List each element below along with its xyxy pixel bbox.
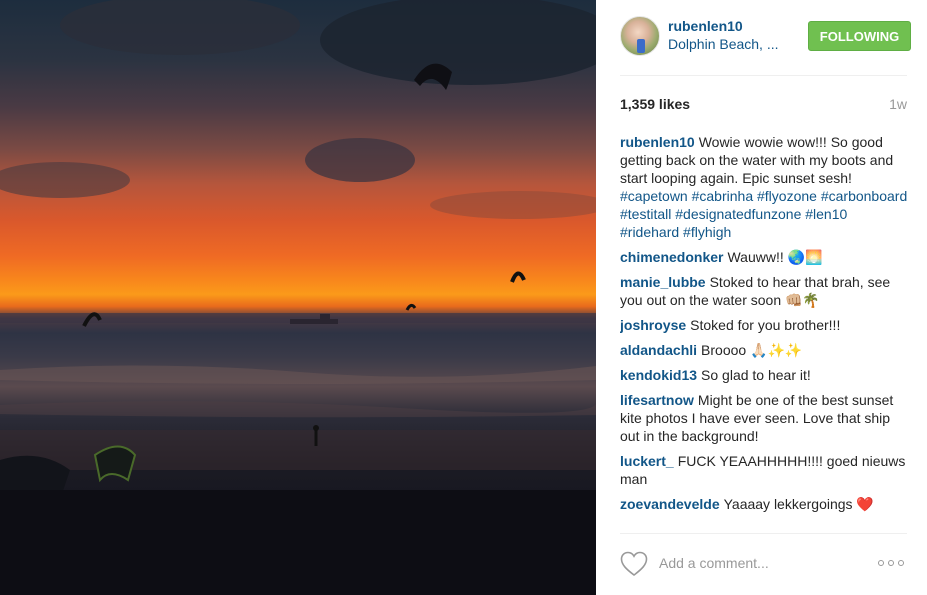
comment-item: kendokid13 So glad to hear it! xyxy=(620,366,910,384)
comment-item: aldandachli Broooo 🙏🏻✨✨ xyxy=(620,341,910,359)
hashtag[interactable]: #carbonboard xyxy=(821,188,907,204)
more-options-icon[interactable] xyxy=(878,560,904,566)
avatar[interactable] xyxy=(620,16,660,56)
comment-author[interactable]: chimenedonker xyxy=(620,249,723,265)
divider xyxy=(620,75,907,76)
post-sidebar: rubenlen10 Dolphin Beach, ... FOLLOWING … xyxy=(596,0,927,595)
caption-author[interactable]: rubenlen10 xyxy=(620,134,695,150)
comment-item: chimenedonker Wauww!! 🌏🌅 xyxy=(620,248,910,266)
add-comment-input[interactable]: Add a comment... xyxy=(659,555,769,571)
comment-author[interactable]: zoevandevelde xyxy=(620,496,720,512)
post-photo[interactable] xyxy=(0,0,596,595)
hashtag[interactable]: #testitall xyxy=(620,206,671,222)
comment-item: zoevandevelde Yaaaay lekkergoings ❤️ xyxy=(620,495,910,513)
comment-item: lifesartnow Might be one of the best suns… xyxy=(620,391,910,445)
following-button[interactable]: FOLLOWING xyxy=(808,21,911,51)
username-link[interactable]: rubenlen10 xyxy=(668,18,743,34)
caption: rubenlen10 Wowie wowie wow!!! So good get… xyxy=(620,133,910,241)
post-timestamp[interactable]: 1w xyxy=(889,96,907,112)
comment-text: Yaaaay lekkergoings ❤️ xyxy=(723,496,874,512)
comment-text: So glad to hear it! xyxy=(701,367,811,383)
divider xyxy=(620,533,907,534)
comment-item: luckert_ FUCK YEAAHHHHH!!!! goed nieuws m… xyxy=(620,452,910,488)
likes-count[interactable]: 1,359 likes xyxy=(620,96,690,112)
hashtag[interactable]: #len10 xyxy=(805,206,847,222)
comment-text: Wauww!! 🌏🌅 xyxy=(727,249,823,265)
comment-author[interactable]: luckert_ xyxy=(620,453,674,469)
comment-text: Stoked for you brother!!! xyxy=(690,317,841,333)
comment-author[interactable]: aldandachli xyxy=(620,342,697,358)
location-link[interactable]: Dolphin Beach, ... xyxy=(668,36,786,52)
comment-text: Broooo 🙏🏻✨✨ xyxy=(701,342,803,358)
comment-item: joshroyse Stoked for you brother!!! xyxy=(620,316,910,334)
heart-icon[interactable] xyxy=(620,551,648,577)
hashtag[interactable]: #flyozone xyxy=(757,188,817,204)
hashtag[interactable]: #cabrinha xyxy=(692,188,754,204)
hashtag[interactable]: #designatedfunzone xyxy=(675,206,801,222)
post-header: rubenlen10 Dolphin Beach, ... FOLLOWING xyxy=(620,16,911,56)
hashtag[interactable]: #capetown xyxy=(620,188,688,204)
comments-list[interactable]: rubenlen10 Wowie wowie wow!!! So good get… xyxy=(620,133,910,529)
comment-author[interactable]: lifesartnow xyxy=(620,392,694,408)
comment-item: manie_lubbe Stoked to hear that brah, see… xyxy=(620,273,910,309)
hashtag[interactable]: #flyhigh xyxy=(683,224,731,240)
comment-author[interactable]: joshroyse xyxy=(620,317,686,333)
hashtag[interactable]: #ridehard xyxy=(620,224,679,240)
comment-author[interactable]: manie_lubbe xyxy=(620,274,706,290)
sunset-kite-scene xyxy=(0,0,596,595)
comment-author[interactable]: kendokid13 xyxy=(620,367,697,383)
comment-bar: Add a comment... xyxy=(620,549,910,579)
